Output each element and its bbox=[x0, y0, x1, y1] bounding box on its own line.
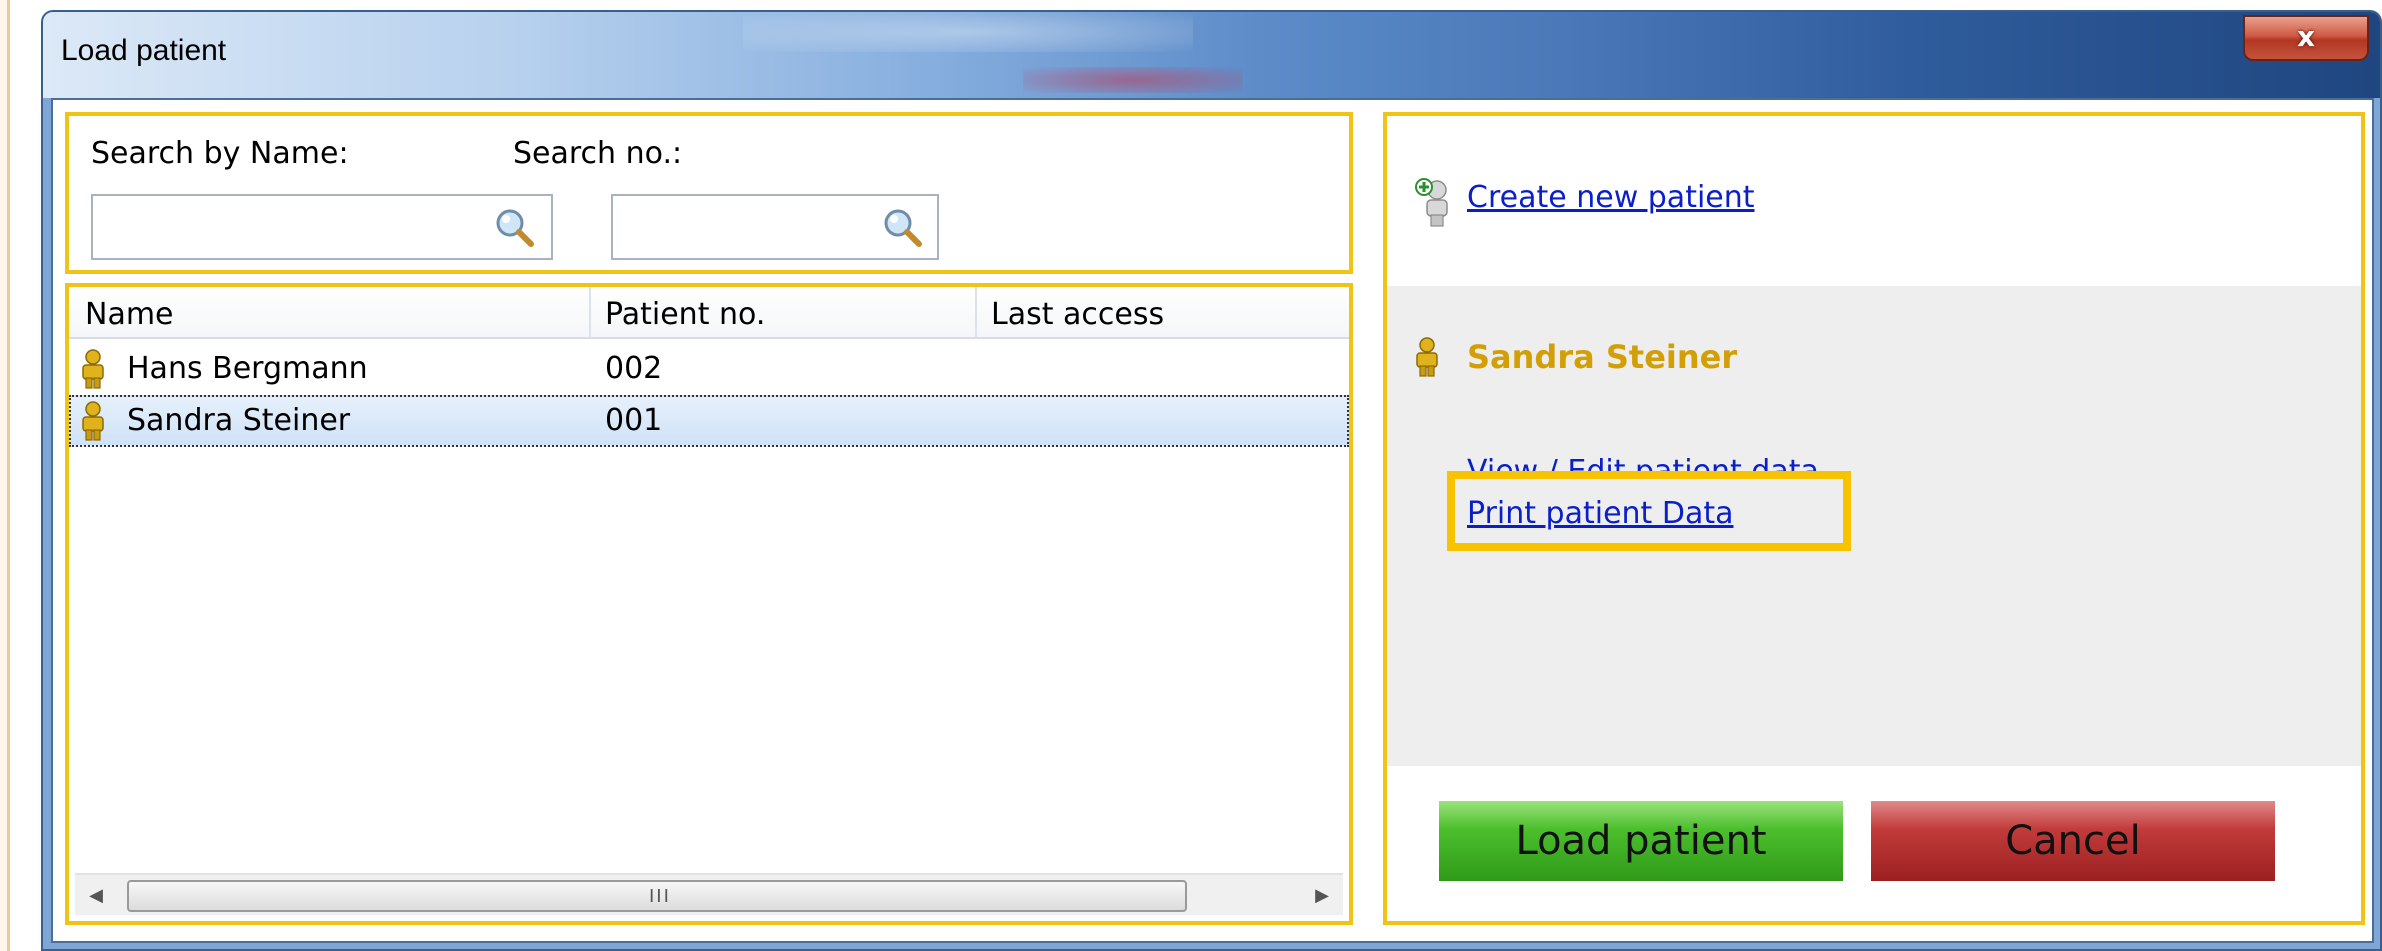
patient-name-cell: Sandra Steiner bbox=[127, 403, 351, 438]
close-button[interactable]: x bbox=[2243, 15, 2369, 61]
table-row[interactable]: Hans Bergmann 002 bbox=[69, 343, 1349, 395]
search-number-label: Search no.: bbox=[513, 136, 683, 171]
add-patient-icon bbox=[1415, 178, 1448, 227]
load-patient-dialog: Load patient x Search by Name: Search no… bbox=[41, 10, 2382, 951]
table-row-selected[interactable]: Sandra Steiner 001 bbox=[69, 395, 1349, 447]
column-header-patient-no[interactable]: Patient no. bbox=[605, 297, 765, 332]
dialog-body: Search by Name: Search no.: Name Patient… bbox=[51, 98, 2374, 943]
cancel-button[interactable]: Cancel bbox=[1871, 801, 2275, 881]
scroll-right-icon[interactable]: ▶ bbox=[1301, 875, 1343, 917]
load-patient-button[interactable]: Load patient bbox=[1439, 801, 1843, 881]
scroll-left-icon[interactable]: ◀ bbox=[75, 875, 117, 917]
search-icon[interactable] bbox=[881, 206, 923, 248]
patient-icon bbox=[82, 349, 104, 389]
column-header-last-access[interactable]: Last access bbox=[991, 297, 1164, 332]
background-strip bbox=[0, 0, 10, 951]
patient-icon bbox=[82, 401, 104, 441]
horizontal-scrollbar[interactable]: ◀ III ▶ bbox=[75, 873, 1343, 915]
list-header: Name Patient no. Last access bbox=[69, 287, 1349, 339]
selected-patient-section: Sandra Steiner View / Edit patient data … bbox=[1387, 286, 2361, 766]
search-panel: Search by Name: Search no.: bbox=[65, 112, 1353, 274]
search-name-input[interactable] bbox=[91, 194, 553, 260]
window-title: Load patient bbox=[61, 34, 227, 67]
patient-name-cell: Hans Bergmann bbox=[127, 351, 368, 386]
patient-list-panel: Name Patient no. Last access Hans Bergma… bbox=[65, 283, 1353, 925]
search-icon[interactable] bbox=[493, 206, 535, 248]
selected-patient-name: Sandra Steiner bbox=[1467, 338, 1738, 376]
column-header-name[interactable]: Name bbox=[85, 297, 174, 332]
patient-number-cell: 002 bbox=[605, 351, 663, 386]
scrollbar-grip: III bbox=[649, 886, 671, 907]
search-number-input[interactable] bbox=[611, 194, 939, 260]
title-bar[interactable]: Load patient x bbox=[43, 12, 2380, 98]
scrollbar-thumb[interactable]: III bbox=[127, 880, 1187, 912]
search-name-label: Search by Name: bbox=[91, 136, 349, 171]
create-new-patient-link[interactable]: Create new patient bbox=[1467, 180, 1755, 215]
patient-number-cell: 001 bbox=[605, 403, 663, 438]
patient-icon bbox=[1416, 337, 1438, 377]
patient-actions-panel: Create new patient Sandra Steiner View /… bbox=[1383, 112, 2365, 925]
print-patient-data-link[interactable]: Print patient Data bbox=[1467, 496, 1733, 531]
